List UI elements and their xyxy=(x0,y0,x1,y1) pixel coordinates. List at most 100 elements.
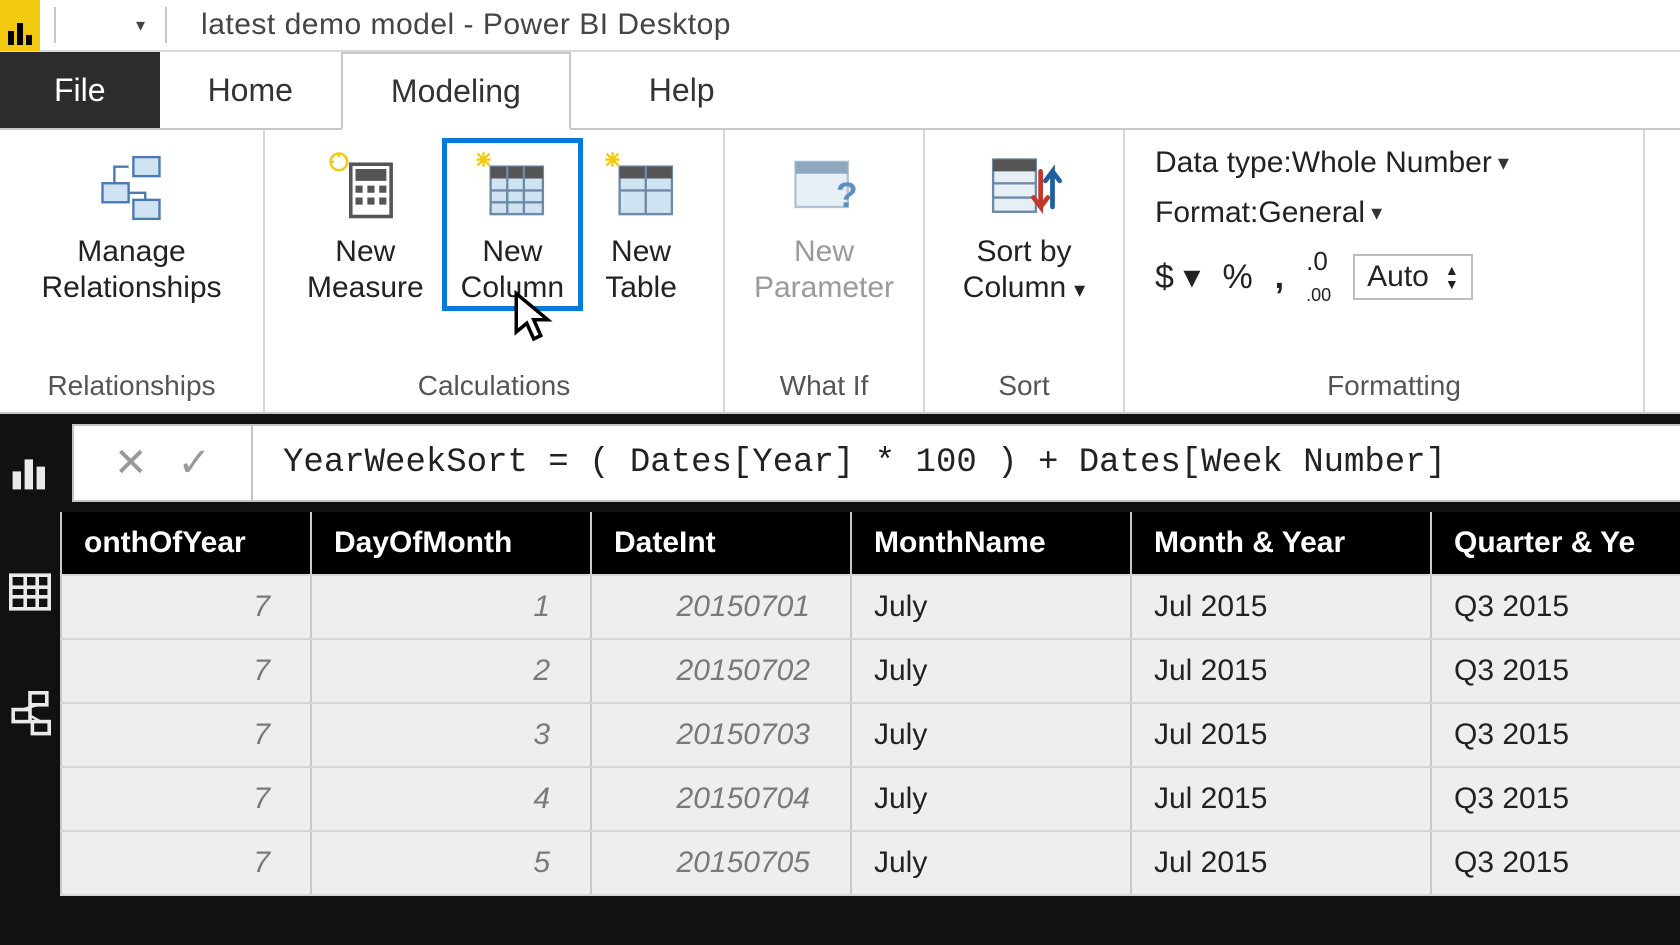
datatype-value: Whole Number xyxy=(1292,146,1492,180)
cell[interactable]: Q3 2015 xyxy=(1431,767,1680,831)
save-button[interactable] xyxy=(70,16,90,34)
cancel-formula-button[interactable]: ✕ xyxy=(114,440,148,486)
data-grid[interactable]: onthOfYear DayOfMonth DateInt MonthName … xyxy=(60,512,1680,945)
main-panel: ✕ ✓ YearWeekSort = ( Dates[Year] * 100 )… xyxy=(60,414,1680,945)
auto-label: Auto xyxy=(1367,260,1429,294)
datatype-label: Data type: xyxy=(1155,146,1292,180)
qat-customize-button[interactable]: ▾ xyxy=(130,15,151,36)
cell[interactable]: 2 xyxy=(311,639,591,703)
new-column-icon xyxy=(472,148,552,228)
cell[interactable]: 7 xyxy=(61,639,311,703)
table-row[interactable]: 7320150703JulyJul 2015Q3 2015 xyxy=(61,703,1680,767)
cell[interactable]: July xyxy=(851,575,1131,639)
sort-by-column-button[interactable]: Sort by Column▾ xyxy=(945,138,1103,306)
sort-icon xyxy=(984,148,1064,228)
report-view-button[interactable] xyxy=(0,442,60,502)
new-measure-label: New Measure xyxy=(307,234,424,306)
cell[interactable]: 20150703 xyxy=(591,703,851,767)
manage-relationships-button[interactable]: Manage Relationships xyxy=(23,138,239,306)
group-label-whatif: What If xyxy=(725,366,923,408)
currency-button[interactable]: $ ▾ xyxy=(1155,257,1200,297)
percent-button[interactable]: % xyxy=(1222,258,1252,297)
new-column-button[interactable]: New Column xyxy=(442,138,583,311)
cell[interactable]: 7 xyxy=(61,703,311,767)
datatype-dropdown[interactable]: Data type: Whole Number ▾ xyxy=(1155,146,1633,180)
cell[interactable]: 5 xyxy=(311,831,591,895)
redo-button[interactable] xyxy=(110,16,130,34)
cell[interactable]: July xyxy=(851,767,1131,831)
table-row[interactable]: 7420150704JulyJul 2015Q3 2015 xyxy=(61,767,1680,831)
bar-chart-icon xyxy=(6,448,54,496)
tab-home[interactable]: Home xyxy=(160,52,341,128)
cell[interactable]: Q3 2015 xyxy=(1431,703,1680,767)
chevron-down-icon: ▾ xyxy=(1371,200,1382,226)
group-label-relationships: Relationships xyxy=(0,366,263,408)
col-header[interactable]: Month & Year xyxy=(1131,512,1431,575)
new-parameter-button[interactable]: ? New Parameter xyxy=(736,138,912,306)
model-icon xyxy=(6,688,54,736)
ribbon-tabs: File Home Modeling Help xyxy=(0,52,1680,130)
cell[interactable]: Jul 2015 xyxy=(1131,703,1431,767)
app-logo xyxy=(0,0,40,51)
new-table-icon xyxy=(601,148,681,228)
thousands-button[interactable]: , xyxy=(1275,258,1284,297)
cell[interactable]: Jul 2015 xyxy=(1131,767,1431,831)
svg-text:?: ? xyxy=(836,175,858,215)
cell[interactable]: 20150705 xyxy=(591,831,851,895)
manage-relationships-label: Manage Relationships xyxy=(41,234,221,306)
cell[interactable]: Jul 2015 xyxy=(1131,831,1431,895)
col-header[interactable]: onthOfYear xyxy=(61,512,311,575)
decimal-places-stepper[interactable]: Auto ▲▼ xyxy=(1353,254,1473,300)
tab-help[interactable]: Help xyxy=(601,52,763,128)
chevron-down-icon: ▾ xyxy=(136,15,145,36)
cell[interactable]: Q3 2015 xyxy=(1431,639,1680,703)
cell[interactable]: 3 xyxy=(311,703,591,767)
new-parameter-label: New Parameter xyxy=(754,234,894,306)
tab-file[interactable]: File xyxy=(0,52,160,128)
cell[interactable]: 7 xyxy=(61,575,311,639)
chevron-down-icon: ▾ xyxy=(1498,150,1509,176)
table-row[interactable]: 7220150702JulyJul 2015Q3 2015 xyxy=(61,639,1680,703)
relationships-icon xyxy=(91,148,171,228)
data-view-button[interactable] xyxy=(0,562,60,622)
cell[interactable]: Jul 2015 xyxy=(1131,575,1431,639)
new-column-label: New Column xyxy=(461,234,564,306)
group-label-sort: Sort xyxy=(925,366,1123,408)
col-header[interactable]: DateInt xyxy=(591,512,851,575)
format-dropdown[interactable]: Format: General ▾ xyxy=(1155,196,1633,230)
cell[interactable]: 4 xyxy=(311,767,591,831)
table-header-row: onthOfYear DayOfMonth DateInt MonthName … xyxy=(61,512,1680,575)
format-value: General xyxy=(1258,196,1365,230)
model-view-button[interactable] xyxy=(0,682,60,742)
new-table-button[interactable]: New Table xyxy=(583,138,699,306)
new-measure-button[interactable]: New Measure xyxy=(289,138,442,306)
cell[interactable]: 7 xyxy=(61,831,311,895)
col-header[interactable]: DayOfMonth xyxy=(311,512,591,575)
group-relationships: Manage Relationships Relationships xyxy=(0,130,265,412)
cell[interactable]: Jul 2015 xyxy=(1131,639,1431,703)
table-row[interactable]: 7520150705JulyJul 2015Q3 2015 xyxy=(61,831,1680,895)
cell[interactable]: 20150702 xyxy=(591,639,851,703)
cell[interactable]: Q3 2015 xyxy=(1431,831,1680,895)
cell[interactable]: 20150701 xyxy=(591,575,851,639)
decimal-icon[interactable]: .0.00 xyxy=(1306,246,1331,308)
table-row[interactable]: 7120150701JulyJul 2015Q3 2015 xyxy=(61,575,1680,639)
cell[interactable]: Q3 2015 xyxy=(1431,575,1680,639)
cell[interactable]: July xyxy=(851,639,1131,703)
chevron-down-icon: ▾ xyxy=(1183,258,1200,296)
commit-formula-button[interactable]: ✓ xyxy=(178,440,212,486)
work-area: ✕ ✓ YearWeekSort = ( Dates[Year] * 100 )… xyxy=(0,414,1680,945)
ribbon: Manage Relationships Relationships New M… xyxy=(0,130,1680,414)
title-bar: ▾ latest demo model - Power BI Desktop xyxy=(0,0,1680,52)
undo-button[interactable] xyxy=(90,16,110,34)
col-header[interactable]: Quarter & Ye xyxy=(1431,512,1680,575)
col-header[interactable]: MonthName xyxy=(851,512,1131,575)
cell[interactable]: 1 xyxy=(311,575,591,639)
tab-modeling[interactable]: Modeling xyxy=(341,52,571,130)
cell[interactable]: July xyxy=(851,831,1131,895)
cell[interactable]: 20150704 xyxy=(591,767,851,831)
formula-input[interactable]: YearWeekSort = ( Dates[Year] * 100 ) + D… xyxy=(253,424,1680,502)
group-calculations: New Measure New Column xyxy=(265,130,725,412)
cell[interactable]: July xyxy=(851,703,1131,767)
cell[interactable]: 7 xyxy=(61,767,311,831)
